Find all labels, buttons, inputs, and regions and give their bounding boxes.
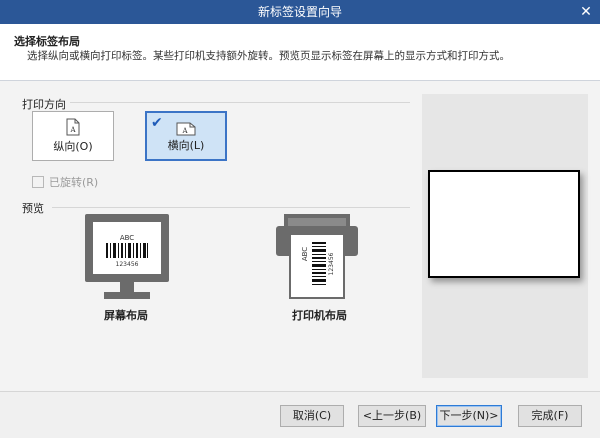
orientation-section-label: 打印方向 — [22, 98, 66, 111]
landscape-button[interactable]: ✔ A 横向(L) — [145, 111, 227, 161]
screen-layout-label: 屏幕布局 — [104, 309, 148, 322]
preview-section-divider — [52, 207, 410, 208]
title-bar: 新标签设置向导 ✕ — [0, 0, 600, 24]
wizard-header: 选择标签布局 选择纵向或横向打印标签。某些打印机支持额外旋转。预览页显示标签在屏… — [0, 24, 600, 80]
monitor-icon: ABC 123456 — [85, 214, 169, 299]
back-button[interactable]: <上一步(B) — [358, 405, 426, 427]
rotated-checkbox-box[interactable] — [32, 176, 44, 188]
step-title: 选择标签布局 — [14, 35, 80, 48]
preview-section-label: 预览 — [22, 202, 44, 215]
step-description: 选择纵向或横向打印标签。某些打印机支持额外旋转。预览页显示标签在屏幕上的显示方式… — [27, 50, 510, 62]
portrait-button[interactable]: A 纵向(O) — [32, 111, 114, 161]
rotated-checkbox[interactable]: 已旋转(R) — [32, 174, 98, 190]
screen-barcode-text: ABC — [120, 234, 134, 242]
window-title: 新标签设置向导 — [257, 5, 342, 19]
portrait-doc-letter: A — [69, 126, 76, 134]
printer-barcode-number: 123456 — [328, 252, 335, 275]
landscape-doc-letter: A — [181, 127, 188, 135]
portrait-label: 纵向(O) — [53, 140, 93, 153]
finish-button[interactable]: 完成(F) — [518, 405, 582, 427]
checkmark-icon: ✔ — [151, 115, 163, 131]
screen-barcode-number: 123456 — [116, 261, 139, 268]
orientation-section-divider — [70, 102, 410, 103]
rotated-checkbox-label: 已旋转(R) — [49, 176, 99, 189]
cancel-button[interactable]: 取消(C) — [280, 405, 344, 427]
label-preview-paper — [428, 170, 580, 278]
close-icon[interactable]: ✕ — [576, 2, 596, 22]
printer-barcode-text: ABC — [301, 247, 309, 261]
portrait-doc-icon: A — [66, 118, 80, 136]
landscape-label: 横向(L) — [167, 139, 205, 152]
printer-layout-label: 打印机布局 — [292, 309, 347, 322]
printer-icon: ABC 123456 — [276, 214, 358, 299]
landscape-doc-icon: A — [176, 122, 196, 136]
next-button[interactable]: 下一步(N)> — [436, 405, 502, 427]
label-preview-pane — [422, 94, 588, 378]
